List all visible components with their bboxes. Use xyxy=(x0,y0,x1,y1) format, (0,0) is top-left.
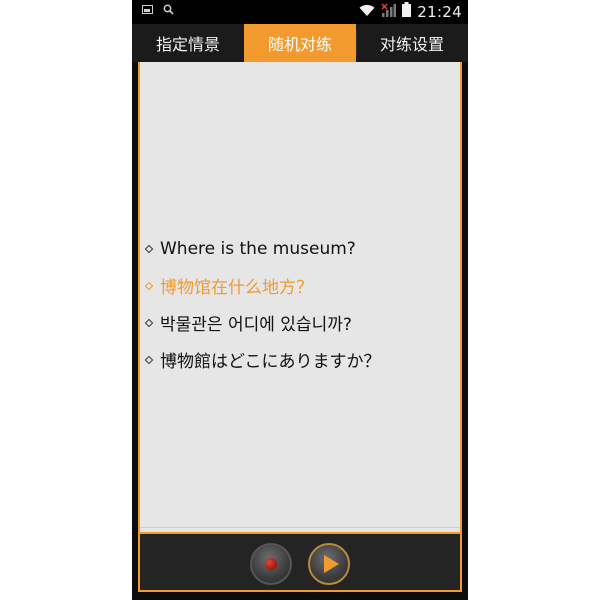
phrase-english[interactable]: Where is the museum? xyxy=(140,230,460,267)
diamond-bullet-icon xyxy=(142,353,156,367)
search-icon xyxy=(163,4,174,15)
wifi-icon xyxy=(359,2,375,21)
clock-time: 21:24 xyxy=(417,2,462,21)
phrase-panel: Where is the museum? 博物馆在什么地方？ 박물관은 어디에 … xyxy=(138,62,462,534)
phrase-japanese-text: 博物館はどこにありますか？ xyxy=(160,352,381,372)
phrase-list: Where is the museum? 博物馆在什么地方？ 박물관은 어디에 … xyxy=(140,230,460,378)
phone-screen: 21:24 指定情景 随机对练 对练设置 Where is the museum… xyxy=(132,0,468,600)
battery-icon xyxy=(402,2,412,21)
signal-icon xyxy=(381,2,397,21)
diamond-bullet-icon xyxy=(142,242,156,256)
control-bar xyxy=(138,534,462,592)
tab-practice-settings[interactable]: 对练设置 xyxy=(356,24,468,62)
record-icon xyxy=(265,558,277,570)
tab-bar: 指定情景 随机对练 对练设置 xyxy=(132,24,468,62)
phrase-japanese[interactable]: 博物館はどこにありますか？ xyxy=(140,341,460,378)
phrase-chinese-text: 博物馆在什么地方？ xyxy=(160,278,313,298)
diamond-bullet-icon xyxy=(142,279,156,293)
tab-random-practice[interactable]: 随机对练 xyxy=(244,24,356,62)
phrase-korean[interactable]: 박물관은 어디에 있습니까? xyxy=(140,304,460,341)
phrase-chinese[interactable]: 博物馆在什么地方？ xyxy=(140,267,460,304)
tab-specified-scenario[interactable]: 指定情景 xyxy=(132,24,244,62)
phrase-english-text: Where is the museum? xyxy=(160,238,356,259)
phrase-korean-text: 박물관은 어디에 있습니까? xyxy=(160,315,352,335)
diamond-bullet-icon xyxy=(142,316,156,330)
record-button[interactable] xyxy=(250,543,292,585)
gallery-icon xyxy=(142,5,153,14)
play-icon xyxy=(323,555,339,573)
divider xyxy=(140,527,460,528)
play-button[interactable] xyxy=(308,543,350,585)
status-bar: 21:24 xyxy=(132,0,468,24)
